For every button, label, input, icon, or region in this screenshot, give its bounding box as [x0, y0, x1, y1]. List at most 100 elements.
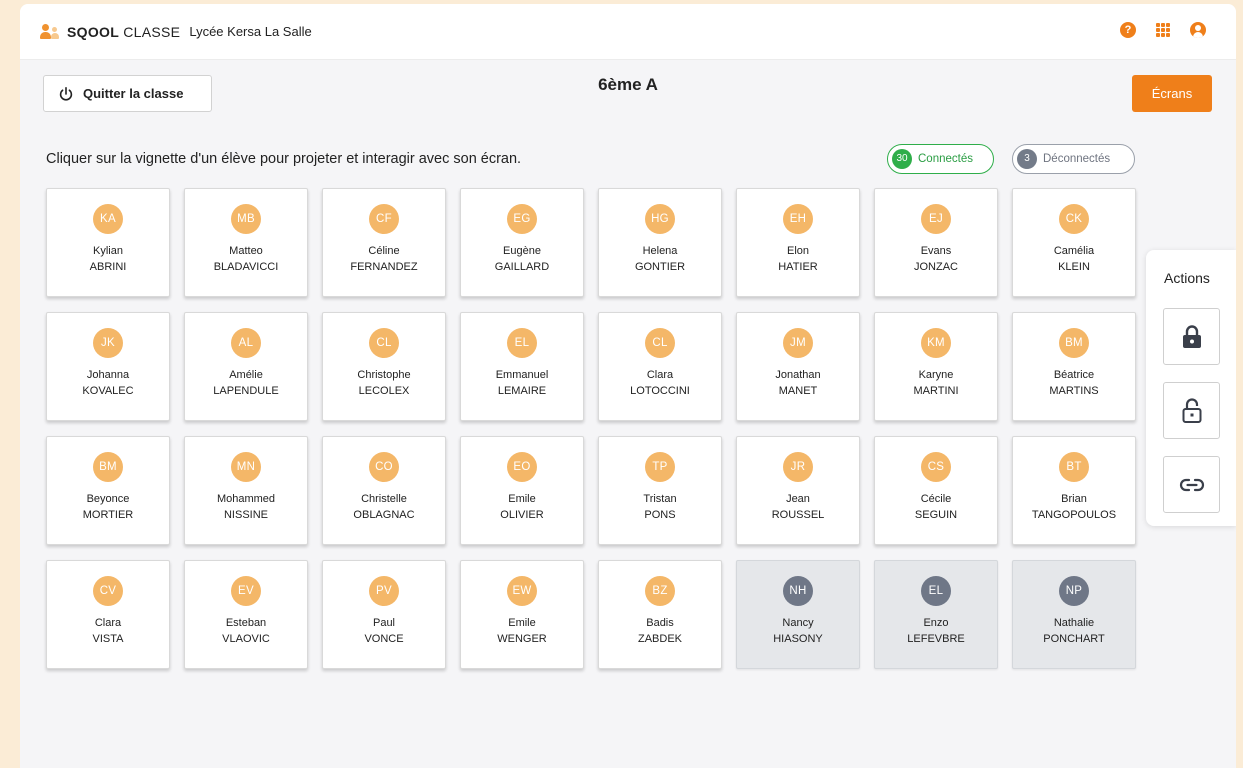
student-first-name: Clara: [646, 369, 674, 381]
student-avatar: CL: [369, 328, 399, 358]
student-first-name: Clara: [94, 617, 122, 629]
student-grid: KA Kylian ABRINI MB Matteo BLADAVICCI CF Céline…: [46, 188, 1136, 669]
brand-name: SQOOL CLASSE: [67, 24, 180, 40]
student-card[interactable]: BT Brian TANGOPOULOS: [1012, 436, 1136, 545]
student-card[interactable]: EW Emile WENGER: [460, 560, 584, 669]
student-card[interactable]: MB Matteo BLADAVICCI: [184, 188, 308, 297]
student-avatar: JM: [783, 328, 813, 358]
instruction-text: Cliquer sur la vignette d'un élève pour …: [46, 151, 522, 167]
top-icons: ?: [1120, 22, 1206, 38]
student-card[interactable]: KA Kylian ABRINI: [46, 188, 170, 297]
student-card[interactable]: EG Eugène GAILLARD: [460, 188, 584, 297]
student-avatar: NH: [783, 576, 813, 606]
student-last-name: FERNANDEZ: [350, 261, 418, 273]
student-last-name: VLAOVIC: [222, 633, 270, 645]
student-card[interactable]: BM Beyonce MORTIER: [46, 436, 170, 545]
unlock-icon: [1182, 397, 1201, 423]
student-card[interactable]: JK Johanna KOVALEC: [46, 312, 170, 421]
student-card[interactable]: CV Clara VISTA: [46, 560, 170, 669]
brand[interactable]: SQOOL CLASSE Lycée Kersa La Salle: [40, 23, 312, 41]
student-card[interactable]: KM Karyne MARTINI: [874, 312, 998, 421]
student-card[interactable]: EJ Evans JONZAC: [874, 188, 998, 297]
unlock-all-button[interactable]: [1163, 382, 1220, 439]
student-card[interactable]: HG Helena GONTIER: [598, 188, 722, 297]
student-last-name: ABRINI: [89, 261, 127, 273]
student-card[interactable]: EL Enzo LEFEVBRE: [874, 560, 998, 669]
student-last-name: JONZAC: [914, 261, 958, 273]
student-card[interactable]: EO Emile OLIVIER: [460, 436, 584, 545]
classroom-logo-icon: [40, 23, 60, 41]
student-avatar: PV: [369, 576, 399, 606]
lock-icon: [1182, 324, 1201, 348]
disconnected-filter[interactable]: 3 Déconnectés: [1012, 144, 1135, 174]
student-card[interactable]: NH Nancy HIASONY: [736, 560, 860, 669]
student-card[interactable]: JR Jean ROUSSEL: [736, 436, 860, 545]
student-card[interactable]: PV Paul VONCE: [322, 560, 446, 669]
student-card[interactable]: CL Clara LOTOCCINI: [598, 312, 722, 421]
student-first-name: Beyonce: [86, 493, 130, 505]
student-avatar: EO: [507, 452, 537, 482]
student-first-name: Céline: [368, 245, 400, 257]
student-avatar: CL: [645, 328, 675, 358]
student-card[interactable]: JM Jonathan MANET: [736, 312, 860, 421]
brand-name-light: CLASSE: [123, 23, 181, 40]
student-avatar: KM: [921, 328, 951, 358]
student-card[interactable]: CL Christophe LECOLEX: [322, 312, 446, 421]
student-first-name: Cécile: [920, 493, 952, 505]
lock-all-button[interactable]: [1163, 308, 1220, 365]
connected-filter[interactable]: 30 Connectés: [887, 144, 994, 174]
student-card[interactable]: CS Cécile SEGUIN: [874, 436, 998, 545]
student-avatar: EV: [231, 576, 261, 606]
student-card[interactable]: CO Christelle OBLAGNAC: [322, 436, 446, 545]
student-card[interactable]: BZ Badis ZABDEK: [598, 560, 722, 669]
student-last-name: ROUSSEL: [771, 509, 825, 521]
student-last-name: LECOLEX: [358, 385, 410, 397]
student-last-name: PONCHART: [1043, 633, 1105, 645]
student-last-name: SEGUIN: [914, 509, 958, 521]
apps-grid-icon[interactable]: [1156, 23, 1170, 37]
student-avatar: BZ: [645, 576, 675, 606]
student-avatar: TP: [645, 452, 675, 482]
student-first-name: Paul: [372, 617, 396, 629]
screens-button[interactable]: Écrans: [1132, 75, 1212, 112]
student-card[interactable]: BM Béatrice MARTINS: [1012, 312, 1136, 421]
student-first-name: Christelle: [361, 493, 407, 505]
student-last-name: LEFEVBRE: [907, 633, 965, 645]
student-avatar: JK: [93, 328, 123, 358]
student-first-name: Emile: [508, 493, 536, 505]
student-first-name: Helena: [642, 245, 678, 257]
student-avatar: KA: [93, 204, 123, 234]
student-first-name: Matteo: [229, 245, 263, 257]
student-avatar: MN: [231, 452, 261, 482]
student-card[interactable]: AL Amélie LAPENDULE: [184, 312, 308, 421]
student-first-name: Esteban: [225, 617, 267, 629]
student-first-name: Mohammed: [216, 493, 276, 505]
student-avatar: EG: [507, 204, 537, 234]
student-card[interactable]: NP Nathalie PONCHART: [1012, 560, 1136, 669]
student-last-name: NISSINE: [223, 509, 268, 521]
student-last-name: VISTA: [92, 633, 124, 645]
student-card[interactable]: CK Camélia KLEIN: [1012, 188, 1136, 297]
student-avatar: EJ: [921, 204, 951, 234]
student-card[interactable]: CF Céline FERNANDEZ: [322, 188, 446, 297]
student-avatar: CO: [369, 452, 399, 482]
student-first-name: Emmanuel: [495, 369, 549, 381]
student-first-name: Brian: [1061, 493, 1087, 505]
share-link-button[interactable]: [1163, 456, 1220, 513]
student-card[interactable]: EL Emmanuel LEMAIRE: [460, 312, 584, 421]
student-last-name: OLIVIER: [500, 509, 544, 521]
student-card[interactable]: EH Elon HATIER: [736, 188, 860, 297]
student-avatar: BM: [93, 452, 123, 482]
student-card[interactable]: MN Mohammed NISSINE: [184, 436, 308, 545]
student-card[interactable]: EV Esteban VLAOVIC: [184, 560, 308, 669]
student-last-name: HATIER: [778, 261, 818, 273]
student-first-name: Karyne: [918, 369, 954, 381]
student-card[interactable]: TP Tristan PONS: [598, 436, 722, 545]
question-icon[interactable]: ?: [1120, 22, 1136, 38]
student-first-name: Béatrice: [1053, 369, 1095, 381]
actions-title: Actions: [1164, 270, 1210, 286]
user-account-icon[interactable]: [1190, 22, 1206, 38]
student-last-name: PONS: [644, 509, 676, 521]
student-last-name: VONCE: [364, 633, 404, 645]
disconnected-label: Déconnectés: [1043, 153, 1111, 165]
